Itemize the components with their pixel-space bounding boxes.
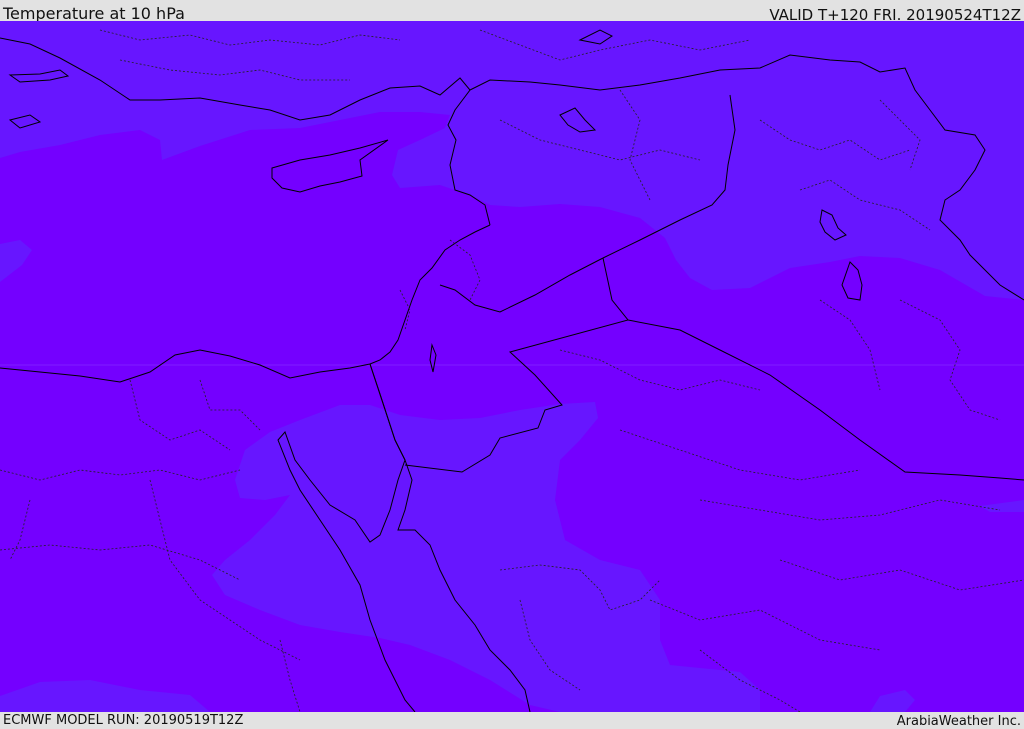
map-area — [0, 21, 1024, 712]
weather-map-frame: Temperature at 10 hPa VALID T+120 FRI. 2… — [0, 0, 1024, 729]
header-bar: Temperature at 10 hPa VALID T+120 FRI. 2… — [0, 0, 1024, 24]
footer-bar: ECMWF MODEL RUN: 20190519T12Z ArabiaWeat… — [0, 712, 1024, 729]
model-run-label: ECMWF MODEL RUN: 20190519T12Z — [3, 713, 244, 728]
credit-label: ArabiaWeather Inc. — [896, 714, 1021, 729]
map-svg — [0, 21, 1024, 712]
